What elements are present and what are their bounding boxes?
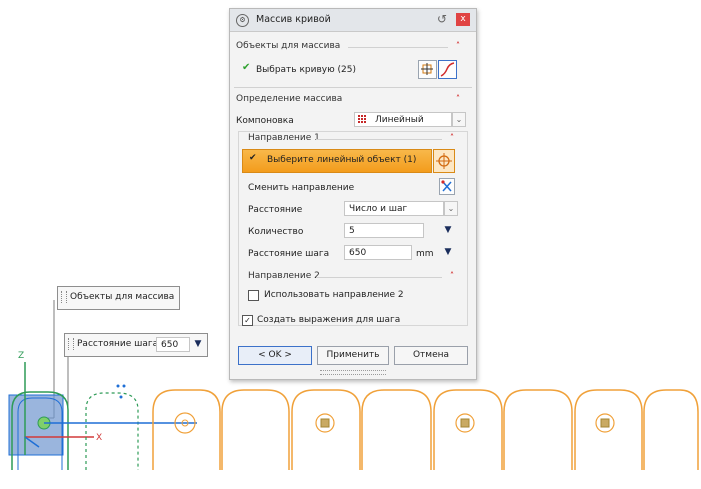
array-instance xyxy=(433,389,503,470)
point-marker xyxy=(119,395,123,399)
point-marker xyxy=(116,384,120,388)
chevron-up-icon[interactable]: ˄ xyxy=(450,133,454,142)
tooltip-pitch-input[interactable]: 650 xyxy=(156,337,190,352)
layout-label: Компоновка xyxy=(236,116,294,126)
curve-array-dialog: ⚙ Массив кривой ↺ x Объекты для массива … xyxy=(229,8,477,380)
tooltip-pitch-label: Расстояние шага xyxy=(77,339,159,349)
check-icon: ✔ xyxy=(242,62,251,73)
tooltip-objects: Объекты для массива xyxy=(57,286,180,310)
resize-grip[interactable] xyxy=(320,370,386,375)
axis-x-label: X xyxy=(96,433,102,443)
distance-select[interactable]: Число и шаг xyxy=(344,201,444,216)
spinner-icon[interactable]: ▼ xyxy=(442,245,454,260)
distance-label: Расстояние xyxy=(248,205,303,215)
use-direction2-checkbox[interactable] xyxy=(248,290,259,301)
cancel-button[interactable]: Отмена xyxy=(394,346,468,365)
tooltip-grip xyxy=(61,291,67,303)
array-instance xyxy=(361,389,432,470)
reset-icon[interactable]: ↺ xyxy=(437,12,447,26)
selected-object-highlight[interactable] xyxy=(8,394,64,456)
reverse-direction-label: Сменить направление xyxy=(248,183,355,193)
divider xyxy=(316,139,442,140)
create-expressions-label: Создать выражения для шага xyxy=(257,315,401,325)
spinner-icon[interactable]: ▼ xyxy=(192,337,204,352)
target-icon[interactable] xyxy=(433,149,455,173)
direction2-title: Направление 2 xyxy=(248,271,320,281)
dialog-titlebar[interactable]: ⚙ Массив кривой ↺ x xyxy=(230,9,476,32)
layout-grid-icon xyxy=(358,115,367,124)
array-instance xyxy=(221,389,290,470)
select-linear-object[interactable]: ✔ Выберите линейный объект (1) xyxy=(242,149,432,173)
pitch-label: Расстояние шага xyxy=(248,249,330,259)
count-label: Количество xyxy=(248,227,304,237)
select-curve-label: Выбрать кривую (25) xyxy=(256,65,357,75)
divider xyxy=(348,47,448,48)
layout-select[interactable]: Линейный xyxy=(354,112,452,127)
close-icon[interactable]: x xyxy=(456,13,470,26)
curve-icon[interactable] xyxy=(438,60,457,79)
check-icon: ✔ xyxy=(249,153,257,163)
count-input[interactable]: 5 xyxy=(344,223,424,238)
spinner-icon[interactable]: ▼ xyxy=(442,223,454,238)
create-expressions-checkbox[interactable]: ✓ xyxy=(242,315,253,326)
axis-z-label: Z xyxy=(18,351,24,361)
chevron-up-icon[interactable]: ˄ xyxy=(456,41,460,50)
dropdown-arrow-icon[interactable]: ⌄ xyxy=(444,201,458,216)
dialog-title: Массив кривой xyxy=(256,14,331,25)
dialog-icon: ⚙ xyxy=(236,14,249,27)
tooltip-pitch[interactable]: Расстояние шага 650 ▼ xyxy=(64,333,208,357)
sketch-preview xyxy=(85,392,139,470)
section-objects-title: Объекты для массива xyxy=(236,41,341,51)
tooltip-objects-label: Объекты для массива xyxy=(70,292,175,302)
apply-button[interactable]: Применить xyxy=(317,346,389,365)
pitch-input[interactable]: 650 xyxy=(344,245,412,260)
curve-select-icon[interactable] xyxy=(418,60,437,79)
divider xyxy=(234,87,472,88)
reverse-direction-icon[interactable] xyxy=(439,178,455,195)
use-direction2-label: Использовать направление 2 xyxy=(264,290,404,300)
array-instance xyxy=(152,389,221,470)
dropdown-arrow-icon[interactable]: ⌄ xyxy=(452,112,466,127)
array-instance xyxy=(643,389,699,470)
chevron-up-icon[interactable]: ˄ xyxy=(456,94,460,103)
pitch-unit[interactable]: mm xyxy=(416,249,434,259)
ok-button[interactable]: < OK > xyxy=(238,346,312,365)
tooltip-grip xyxy=(68,338,74,350)
array-instance xyxy=(574,389,643,470)
point-marker xyxy=(122,384,126,388)
select-linear-label: Выберите линейный объект (1) xyxy=(267,155,417,165)
section-definition-title: Определение массива xyxy=(236,94,343,104)
chevron-down-icon[interactable]: ˄ xyxy=(450,271,454,280)
array-instance xyxy=(503,389,573,470)
divider xyxy=(316,277,442,278)
array-instances xyxy=(152,389,699,470)
direction1-title: Направление 1 xyxy=(248,133,320,143)
array-instance xyxy=(291,389,361,470)
